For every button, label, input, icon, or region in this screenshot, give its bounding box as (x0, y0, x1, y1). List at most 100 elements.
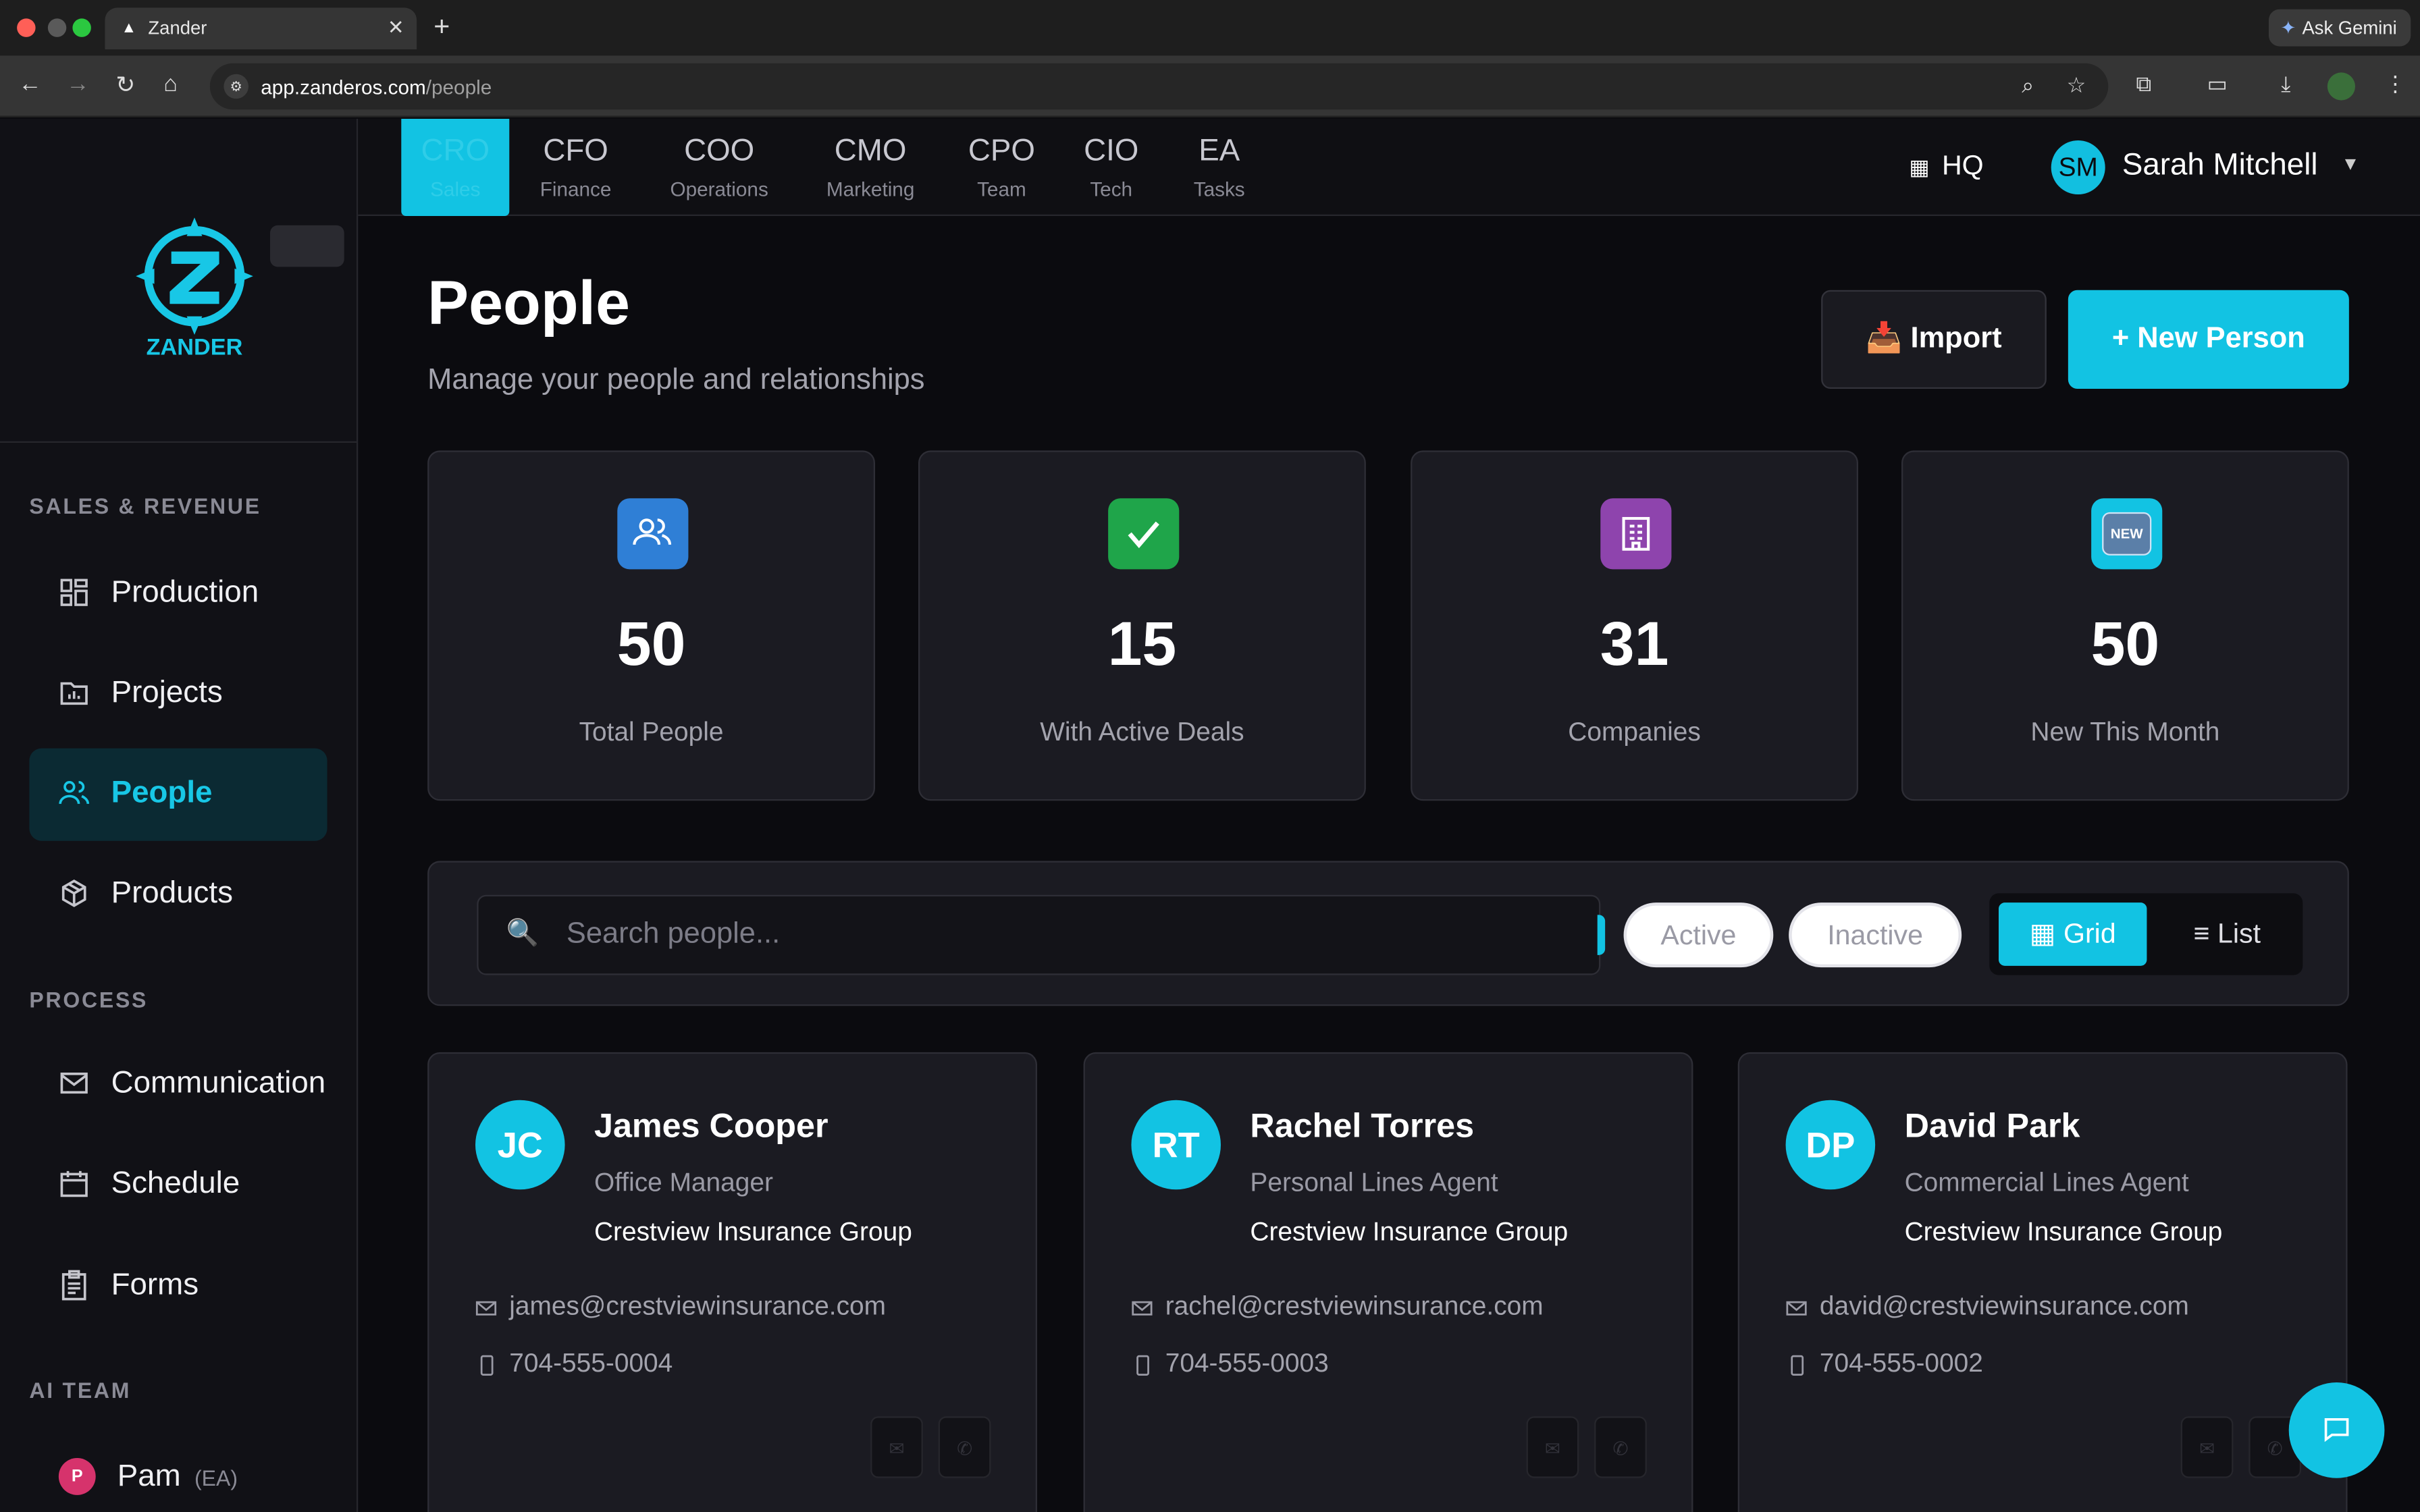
sidebar-item-label: Forms (111, 1268, 199, 1303)
avatar: P (58, 1458, 96, 1495)
mail-icon (475, 1301, 497, 1316)
sidebar-item-forms[interactable]: Forms (29, 1241, 327, 1333)
window-minimize-button[interactable] (47, 18, 67, 37)
logo-area: ZANDER (0, 119, 357, 443)
browser-tab[interactable]: ▲ Zander ✕ (105, 7, 417, 50)
grid-view-button[interactable]: ▦ Grid (1999, 902, 2147, 966)
back-icon[interactable]: ← (18, 71, 41, 97)
ask-gemini-button[interactable]: ✦ Ask Gemini (2268, 9, 2411, 47)
chat-button[interactable] (2288, 1382, 2385, 1478)
calendar-icon (60, 1170, 88, 1197)
person-card[interactable]: RT Rachel Torres Personal Lines Agent Cr… (1083, 1052, 1693, 1512)
exec-code: CPO (968, 134, 1035, 169)
sidebar-item-schedule[interactable]: Schedule (29, 1139, 327, 1231)
tab-close-icon[interactable]: ✕ (388, 16, 404, 40)
sidebar-item-products[interactable]: Products (29, 848, 327, 941)
exec-sub: Team (977, 177, 1026, 201)
search-input[interactable] (566, 915, 1554, 955)
exec-code: EA (1199, 134, 1240, 169)
url-path: /people (425, 76, 492, 99)
sidebar-item-communication[interactable]: Communication (29, 1038, 327, 1131)
stat-card-total-people: 50 Total People (427, 450, 875, 801)
call-action-button[interactable]: ✆ (1594, 1416, 1647, 1478)
filter-inactive-button[interactable]: Inactive (1789, 902, 1962, 968)
section-label-sales: SALES & REVENUE (29, 493, 261, 519)
tab-ea[interactable]: EA Tasks (1182, 119, 1257, 216)
tab-cio[interactable]: CIO Tech (1077, 119, 1145, 216)
window-close-button[interactable] (17, 18, 36, 37)
stat-value: 50 (2090, 611, 2160, 679)
person-name[interactable]: David Park (1905, 1106, 2080, 1146)
person-name[interactable]: James Cooper (594, 1106, 828, 1146)
call-action-button[interactable]: ✆ (938, 1416, 991, 1478)
zoom-icon[interactable]: ⌕ (2022, 72, 2034, 99)
person-name[interactable]: Rachel Torres (1250, 1106, 1474, 1146)
new-tab-button[interactable]: + (433, 11, 450, 43)
box-icon (61, 880, 86, 907)
cast-icon[interactable]: ▭ (2207, 71, 2228, 97)
executive-nav: CRO Sales CFO Finance COO Operations CMO Mar… (358, 119, 2420, 216)
logo-text: ZANDER (147, 335, 243, 356)
stat-value: 31 (1600, 611, 1669, 679)
address-bar[interactable]: ⚙ app.zanderos.com/people ⌕ ☆ (209, 63, 2109, 110)
exec-code: COO (684, 134, 755, 169)
person-email[interactable]: james@crestviewinsurance.com (509, 1291, 886, 1322)
tab-cro[interactable]: CRO Sales (401, 119, 510, 216)
sidebar-item-label: Schedule (111, 1166, 240, 1201)
person-phone[interactable]: 704-555-0003 (1165, 1349, 1329, 1380)
stat-label: Total People (579, 717, 724, 747)
sidebar-item-projects[interactable]: Projects (29, 648, 327, 740)
tab-cmo[interactable]: CMO Marketing (815, 119, 926, 216)
sidebar-item-label: Communication (111, 1066, 326, 1100)
mail-icon (60, 1073, 88, 1094)
filter-active-button[interactable]: Active (1623, 902, 1774, 968)
person-email[interactable]: rachel@crestviewinsurance.com (1165, 1291, 1544, 1322)
tab-cfo[interactable]: CFO Finance (528, 119, 624, 216)
reload-icon[interactable]: ↻ (115, 71, 135, 99)
profile-avatar[interactable] (2327, 72, 2356, 101)
forward-icon[interactable]: → (66, 71, 89, 97)
people-icon (617, 498, 689, 570)
person-card[interactable]: JC James Cooper Office Manager Crestview… (427, 1052, 1038, 1512)
sidebar-item-people[interactable]: People (29, 748, 327, 841)
exec-sub: Finance (540, 177, 612, 201)
view-toggle: ▦ Grid ≡ List (1989, 893, 2303, 975)
filter-bar: 🔍 Active Inactive ▦ Grid ≡ List (427, 861, 2349, 1006)
user-name: Sarah Mitchell (2122, 148, 2318, 182)
exec-sub: Tasks (1193, 177, 1245, 201)
person-phone[interactable]: 704-555-0002 (1820, 1349, 1983, 1380)
search-focus-edge (1597, 915, 1606, 955)
mail-icon (1132, 1301, 1153, 1316)
tab-coo[interactable]: COO Operations (658, 119, 781, 216)
bookmark-star-icon[interactable]: ☆ (2067, 72, 2086, 99)
site-settings-icon[interactable]: ⚙ (223, 74, 249, 99)
extensions-icon[interactable]: ⧉ (2136, 71, 2151, 97)
exec-code: CMO (834, 134, 907, 169)
clipboard-icon (61, 1270, 86, 1301)
person-company: Crestview Insurance Group (1250, 1217, 1569, 1247)
sidebar-collapse-button[interactable] (270, 225, 344, 267)
exec-code: CFO (543, 134, 608, 169)
person-email[interactable]: david@crestviewinsurance.com (1820, 1291, 2189, 1322)
sidebar-item-production[interactable]: Production (29, 547, 327, 640)
download-icon[interactable]: ⤓ (2281, 71, 2290, 97)
mail-icon (1786, 1301, 1807, 1316)
person-company: Crestview Insurance Group (594, 1217, 912, 1247)
menu-kebab-icon[interactable]: ⋮ (2384, 71, 2406, 97)
chat-bubble-icon (2324, 1418, 2349, 1442)
list-view-button[interactable]: ≡ List (2162, 902, 2292, 966)
hq-link[interactable]: ▦ HQ (1909, 150, 1983, 182)
stat-label: With Active Deals (1040, 717, 1244, 747)
import-button[interactable]: 📥 Import (1821, 290, 2047, 389)
person-card[interactable]: DP David Park Commercial Lines Agent Cre… (1737, 1052, 2348, 1512)
home-icon[interactable]: ⌂ (163, 71, 178, 97)
email-action-button[interactable]: ✉ (870, 1416, 923, 1478)
tab-cpo[interactable]: CPO Team (960, 119, 1043, 216)
email-action-button[interactable]: ✉ (2180, 1416, 2234, 1478)
email-action-button[interactable]: ✉ (1526, 1416, 1579, 1478)
app-root: ▲ Zander ✕ + ✦ Ask Gemini ← → ↻ ⌂ ⚙ app.z… (0, 0, 2420, 1512)
window-maximize-button[interactable] (72, 18, 91, 37)
new-person-button[interactable]: + New Person (2068, 290, 2349, 389)
person-phone[interactable]: 704-555-0004 (509, 1349, 673, 1380)
favicon-icon: ▲ (121, 20, 137, 37)
